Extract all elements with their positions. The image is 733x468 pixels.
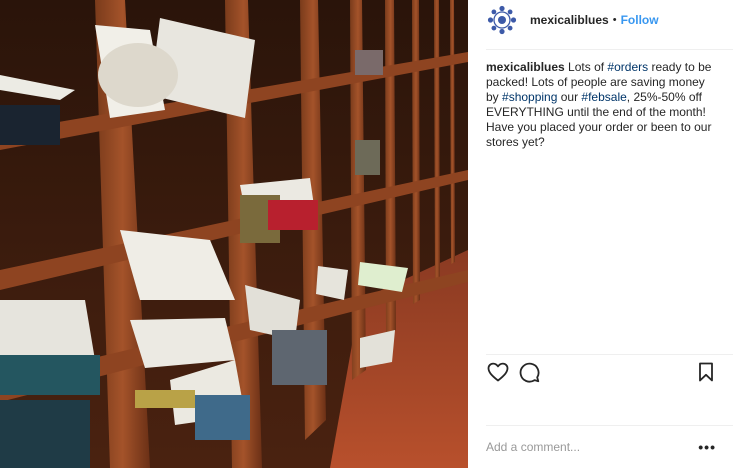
sun-logo-icon <box>487 5 517 35</box>
post-header: mexicaliblues • Follow <box>468 0 733 40</box>
bookmark-icon <box>699 362 713 382</box>
follow-button[interactable]: Follow <box>621 13 659 27</box>
post-caption: mexicaliblues Lots of #orders ready to b… <box>486 60 714 150</box>
hashtag-shopping[interactable]: #shopping <box>502 90 557 104</box>
shelves-photo-illustration <box>0 0 468 468</box>
hashtag-orders[interactable]: #orders <box>607 60 648 74</box>
like-button[interactable] <box>486 360 510 384</box>
post-photo[interactable] <box>0 0 468 468</box>
comment-row: ••• <box>486 437 716 457</box>
more-options-button[interactable]: ••• <box>698 439 716 455</box>
caption-text-4: our <box>557 90 582 104</box>
avatar[interactable] <box>486 4 518 36</box>
post-actions <box>486 360 716 386</box>
actions-divider <box>486 354 733 355</box>
comment-divider <box>486 425 733 426</box>
caption-text-0: Lots of <box>564 60 608 74</box>
comment-input[interactable] <box>486 437 676 457</box>
heart-icon <box>487 362 509 382</box>
post-sidebar: mexicaliblues • Follow mexicaliblues Lot… <box>468 0 733 468</box>
header-separator: • <box>612 14 617 26</box>
comment-icon <box>519 362 540 383</box>
comment-button[interactable] <box>517 360 541 384</box>
caption-username[interactable]: mexicaliblues <box>486 60 565 74</box>
hashtag-febsale[interactable]: #febsale <box>581 90 626 104</box>
save-button[interactable] <box>694 360 718 384</box>
header-divider <box>486 49 733 50</box>
post-username[interactable]: mexicaliblues <box>530 13 609 27</box>
